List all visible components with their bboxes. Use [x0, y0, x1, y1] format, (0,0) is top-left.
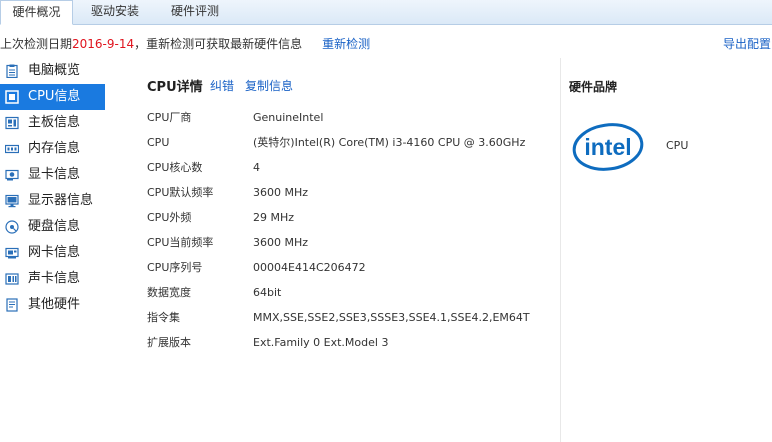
other-hardware-icon — [6, 298, 18, 312]
hardware-brand-title: 硬件品牌 — [569, 80, 618, 94]
detail-row-default-freq: CPU默认频率 3600 MHz — [147, 185, 308, 201]
sidebar-item-label: 主板信息 — [28, 115, 81, 130]
network-card-icon — [5, 247, 19, 259]
detail-value: 4 — [253, 161, 260, 174]
graphics-card-icon — [5, 169, 19, 181]
tab-hardware-overview[interactable]: 硬件概况 — [0, 0, 73, 25]
last-detect-info: 上次检测日期2016-9-14，重新检测可获取最新硬件信息 重新检测 — [0, 36, 370, 52]
sidebar-item-network[interactable]: 网卡信息 — [0, 240, 110, 266]
monitor-icon — [5, 194, 19, 208]
sidebar-item-overview[interactable]: 电脑概览 — [0, 58, 110, 84]
cpu-detail-title: CPU详情 — [147, 80, 203, 95]
sidebar-item-label: 声卡信息 — [28, 271, 81, 286]
detail-row-current-freq: CPU当前频率 3600 MHz — [147, 235, 308, 251]
tab-bar: 硬件概况 驱动安装 硬件评测 — [0, 0, 772, 25]
detail-label: CPU — [147, 136, 170, 149]
last-detect-label: 上次检测日期 — [0, 37, 73, 51]
sidebar-item-label: 网卡信息 — [28, 245, 81, 260]
tab-hardware-benchmark[interactable]: 硬件评测 — [158, 0, 232, 24]
detail-value: (英特尔)Intel(R) Core(TM) i3-4160 CPU @ 3.6… — [253, 136, 526, 149]
detail-label: CPU外频 — [147, 211, 192, 224]
sidebar-item-label: 显示器信息 — [28, 193, 94, 208]
detail-row-instruction-set: 指令集 MMX,SSE,SSE2,SSE3,SSSE3,SSE4.1,SSE4.2… — [147, 310, 530, 326]
detail-row-data-width: 数据宽度 64bit — [147, 285, 281, 301]
detail-label: 数据宽度 — [147, 286, 191, 299]
detail-label: CPU当前频率 — [147, 236, 214, 249]
brand-device-name: CPU — [666, 139, 689, 152]
detail-row-vendor: CPU厂商 GenuineIntel — [147, 110, 323, 126]
detail-row-cpu: CPU (英特尔)Intel(R) Core(TM) i3-4160 CPU @ … — [147, 135, 525, 151]
detail-label: CPU厂商 — [147, 111, 192, 124]
detail-row-serial: CPU序列号 00004E414C206472 — [147, 260, 366, 276]
sidebar-item-sound[interactable]: 声卡信息 — [0, 266, 110, 292]
sidebar-item-motherboard[interactable]: 主板信息 — [0, 110, 110, 136]
sidebar-item-label: 内存信息 — [28, 141, 81, 156]
sidebar: 电脑概览 CPU信息 主板信息 内存信息 显卡信息 显示器信息 硬盘信息 网卡信… — [0, 58, 110, 318]
detail-row-ext-freq: CPU外频 29 MHz — [147, 210, 294, 226]
detail-label: CPU核心数 — [147, 161, 203, 174]
sidebar-item-label: 其他硬件 — [28, 297, 81, 312]
clipboard-icon — [6, 64, 18, 78]
last-detect-hint: ，重新检测可获取最新硬件信息 — [134, 37, 303, 51]
sound-card-icon — [5, 273, 19, 285]
detail-value: 3600 MHz — [253, 236, 309, 249]
detail-value: MMX,SSE,SSE2,SSE3,SSSE3,SSE4.1,SSE4.2,EM… — [253, 311, 530, 324]
cpu-icon — [5, 90, 19, 104]
panel-divider — [560, 58, 561, 442]
intel-logo-text: intel — [584, 134, 631, 160]
sidebar-item-other[interactable]: 其他硬件 — [0, 292, 110, 318]
last-detect-date: 2016-9-14 — [72, 37, 135, 51]
sidebar-item-monitor[interactable]: 显示器信息 — [0, 188, 110, 214]
detail-value: 00004E414C206472 — [253, 261, 366, 274]
memory-icon — [5, 144, 19, 154]
sidebar-item-label: CPU信息 — [28, 89, 81, 104]
report-error-link[interactable]: 纠错 — [210, 77, 234, 94]
detail-value: 3600 MHz — [253, 186, 309, 199]
detail-value: GenuineIntel — [253, 111, 324, 124]
sidebar-item-graphics[interactable]: 显卡信息 — [0, 162, 110, 188]
sidebar-item-cpu[interactable]: CPU信息 — [0, 84, 105, 110]
export-config-link[interactable]: 导出配置 — [723, 36, 771, 52]
detail-value: 64bit — [253, 286, 282, 299]
sidebar-item-label: 电脑概览 — [28, 63, 81, 78]
tab-driver-install[interactable]: 驱动安装 — [78, 0, 152, 24]
intel-logo-icon: intel — [572, 123, 644, 171]
detail-label: 指令集 — [147, 311, 180, 324]
detail-row-cores: CPU核心数 4 — [147, 160, 260, 176]
hard-disk-icon — [5, 220, 19, 234]
copy-info-link[interactable]: 复制信息 — [245, 77, 293, 94]
sidebar-item-disk[interactable]: 硬盘信息 — [0, 214, 110, 240]
detail-label: CPU序列号 — [147, 261, 203, 274]
intel-logo: intel — [571, 110, 647, 186]
detail-label: CPU默认频率 — [147, 186, 214, 199]
detail-row-extended-version: 扩展版本 Ext.Family 0 Ext.Model 3 — [147, 335, 388, 351]
redetect-link[interactable]: 重新检测 — [322, 37, 370, 51]
sidebar-item-memory[interactable]: 内存信息 — [0, 136, 110, 162]
detail-value: Ext.Family 0 Ext.Model 3 — [253, 336, 389, 349]
sidebar-item-label: 显卡信息 — [28, 167, 81, 182]
sidebar-item-label: 硬盘信息 — [28, 219, 81, 234]
detail-value: 29 MHz — [253, 211, 295, 224]
motherboard-icon — [5, 116, 19, 130]
detail-label: 扩展版本 — [147, 336, 191, 349]
